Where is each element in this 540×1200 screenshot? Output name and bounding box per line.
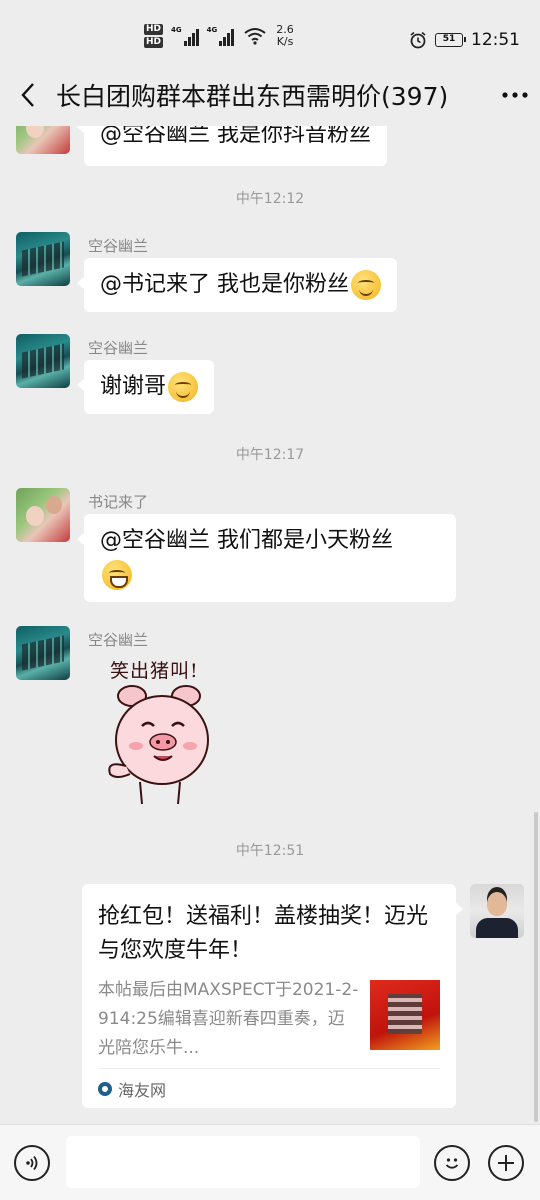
- avatar[interactable]: [470, 884, 524, 938]
- status-indicators: HD HD 4G 4G 2.6 K/s: [144, 24, 294, 48]
- signal-icon: 4G: [171, 26, 199, 46]
- timestamp: 中午12:17: [235, 447, 305, 463]
- alarm-icon: [410, 31, 426, 49]
- sender-name: 空谷幽兰: [88, 631, 149, 649]
- message-text: @书记来了 我也是你粉丝: [100, 272, 349, 297]
- avatar[interactable]: [16, 626, 70, 680]
- message-bubble[interactable]: @空谷幽兰 我们都是小天粉丝: [77, 514, 456, 602]
- avatar[interactable]: [16, 334, 70, 388]
- avatar[interactable]: [16, 488, 70, 542]
- message-bubble[interactable]: 谢谢哥: [76, 360, 215, 414]
- battery-icon: 51: [435, 33, 466, 47]
- signal-icon: 4G: [207, 26, 235, 46]
- timestamp: 中午12:12: [235, 191, 305, 207]
- wifi-icon: [244, 28, 266, 45]
- plus-icon[interactable]: [488, 1145, 524, 1181]
- chat-title: 长白团购群本群出东西需明价(397): [56, 82, 449, 111]
- shy-emoji-icon: [168, 372, 199, 402]
- grin-emoji-icon: [102, 560, 132, 590]
- sticker-caption: 笑出猪叫!: [110, 660, 199, 682]
- sender-name: 书记来了: [88, 493, 149, 511]
- link-card-thumbnail: [370, 980, 440, 1050]
- message-text: 谢谢哥: [100, 374, 167, 399]
- chat-list[interactable]: @空谷幽兰 我是你抖音粉丝 中午12:12 空谷幽兰 @书记来了 我也是你粉丝 …: [0, 126, 540, 1124]
- voice-icon[interactable]: [14, 1145, 50, 1181]
- sender-name: 空谷幽兰: [88, 237, 149, 255]
- link-card-source: 海友网: [98, 1068, 440, 1108]
- sender-name: 空谷幽兰: [88, 339, 149, 357]
- avatar[interactable]: [16, 126, 70, 154]
- scrollbar[interactable]: [534, 812, 538, 1122]
- thinking-emoji-icon: [351, 270, 381, 300]
- emoji-icon[interactable]: [434, 1145, 470, 1181]
- input-bar: [0, 1124, 540, 1200]
- pig-sticker[interactable]: 笑出猪叫!: [104, 656, 224, 806]
- message-text: @空谷幽兰 我是你抖音粉丝: [100, 126, 371, 147]
- chevron-left-icon[interactable]: [0, 67, 56, 123]
- avatar[interactable]: [16, 232, 70, 286]
- source-logo-icon: [98, 1081, 112, 1096]
- source-name: 海友网: [118, 1080, 167, 1100]
- message-input[interactable]: [66, 1136, 420, 1188]
- chat-header: 长白团购群本群出东西需明价(397): [0, 64, 540, 126]
- message-text: @空谷幽兰 我们都是小天粉丝: [100, 528, 393, 553]
- message-bubble[interactable]: @书记来了 我也是你粉丝: [77, 258, 397, 312]
- timestamp: 中午12:51: [235, 843, 305, 859]
- network-speed: 2.6 K/s: [276, 23, 294, 48]
- hd-badge: HD: [144, 24, 164, 35]
- message-bubble[interactable]: @空谷幽兰 我是你抖音粉丝: [77, 126, 387, 166]
- status-time: 12:51: [471, 30, 520, 50]
- hd-badge: HD: [144, 37, 164, 48]
- more-dots-icon[interactable]: [490, 67, 540, 123]
- link-card-title: 抢红包！送福利！盖楼抽奖！迈光与您欢度牛年！: [98, 904, 429, 963]
- link-card-description: 本帖最后由MAXSPECT于2021-2-914:25编辑喜迎新春四重奏，迈光陪…: [98, 980, 359, 1058]
- link-card[interactable]: 抢红包！送福利！盖楼抽奖！迈光与您欢度牛年！ 本帖最后由MAXSPECT于202…: [82, 884, 463, 1108]
